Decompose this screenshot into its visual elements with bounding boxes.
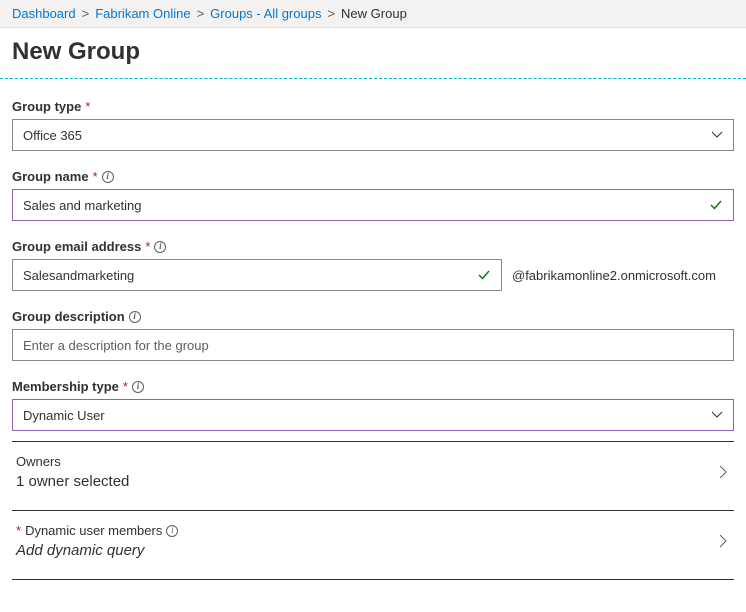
info-icon[interactable]: i bbox=[102, 171, 114, 183]
label-text: Membership type bbox=[12, 379, 119, 394]
breadcrumb-dashboard[interactable]: Dashboard bbox=[12, 6, 76, 21]
nav-owners-title: Owners bbox=[16, 454, 129, 469]
chevron-right-icon bbox=[716, 465, 730, 479]
chevron-down-icon bbox=[711, 129, 723, 141]
label-group-email: Group email address * i bbox=[12, 239, 734, 254]
select-membership-type[interactable]: Dynamic User bbox=[12, 399, 734, 431]
label-group-type: Group type * bbox=[12, 99, 734, 114]
input-group-name-wrapper bbox=[12, 189, 734, 221]
breadcrumb-separator: > bbox=[327, 6, 335, 21]
checkmark-icon bbox=[709, 198, 723, 212]
label-membership-type: Membership type * i bbox=[12, 379, 734, 394]
field-membership-type: Membership type * i Dynamic User bbox=[12, 379, 734, 431]
input-group-description-wrapper bbox=[12, 329, 734, 361]
chevron-right-icon bbox=[716, 534, 730, 548]
field-group-type: Group type * Office 365 bbox=[12, 99, 734, 151]
info-icon[interactable]: i bbox=[154, 241, 166, 253]
breadcrumb-groups[interactable]: Groups - All groups bbox=[210, 6, 321, 21]
breadcrumb-current: New Group bbox=[341, 6, 407, 21]
input-group-name[interactable] bbox=[23, 198, 709, 213]
info-icon[interactable]: i bbox=[132, 381, 144, 393]
email-domain: @fabrikamonline2.onmicrosoft.com bbox=[512, 268, 716, 283]
new-group-form: Group type * Office 365 Group name * i G… bbox=[0, 79, 746, 612]
input-group-description[interactable] bbox=[23, 338, 723, 353]
info-icon[interactable]: i bbox=[129, 311, 141, 323]
checkmark-icon bbox=[477, 268, 491, 282]
breadcrumb-separator: > bbox=[82, 6, 90, 21]
label-text: Group description bbox=[12, 309, 125, 324]
breadcrumb: Dashboard > Fabrikam Online > Groups - A… bbox=[0, 0, 746, 28]
nav-owners[interactable]: Owners 1 owner selected bbox=[12, 442, 734, 502]
info-icon[interactable]: i bbox=[166, 525, 178, 537]
label-group-name: Group name * i bbox=[12, 169, 734, 184]
nav-members-value: Add dynamic query bbox=[16, 542, 178, 559]
label-group-description: Group description i bbox=[12, 309, 734, 324]
input-group-email[interactable] bbox=[23, 268, 477, 283]
page-title: New Group bbox=[0, 28, 746, 78]
required-indicator: * bbox=[16, 523, 21, 538]
required-indicator: * bbox=[145, 239, 150, 254]
field-group-description: Group description i bbox=[12, 309, 734, 361]
nav-members-title: * Dynamic user members i bbox=[16, 523, 178, 538]
required-indicator: * bbox=[93, 169, 98, 184]
field-group-email: Group email address * i @fabrikamonline2… bbox=[12, 239, 734, 291]
select-value: Office 365 bbox=[23, 128, 82, 143]
field-group-name: Group name * i bbox=[12, 169, 734, 221]
breadcrumb-separator: > bbox=[197, 6, 205, 21]
nav-dynamic-members[interactable]: * Dynamic user members i Add dynamic quer… bbox=[12, 511, 734, 571]
label-text: Group name bbox=[12, 169, 89, 184]
chevron-down-icon bbox=[711, 409, 723, 421]
select-value: Dynamic User bbox=[23, 408, 105, 423]
required-indicator: * bbox=[123, 379, 128, 394]
input-group-email-wrapper bbox=[12, 259, 502, 291]
required-indicator: * bbox=[85, 99, 90, 114]
label-text: Group email address bbox=[12, 239, 141, 254]
email-row: @fabrikamonline2.onmicrosoft.com bbox=[12, 259, 734, 291]
select-group-type[interactable]: Office 365 bbox=[12, 119, 734, 151]
breadcrumb-tenant[interactable]: Fabrikam Online bbox=[95, 6, 190, 21]
label-text: Group type bbox=[12, 99, 81, 114]
nav-members-title-text: Dynamic user members bbox=[25, 523, 162, 538]
nav-owners-value: 1 owner selected bbox=[16, 473, 129, 490]
